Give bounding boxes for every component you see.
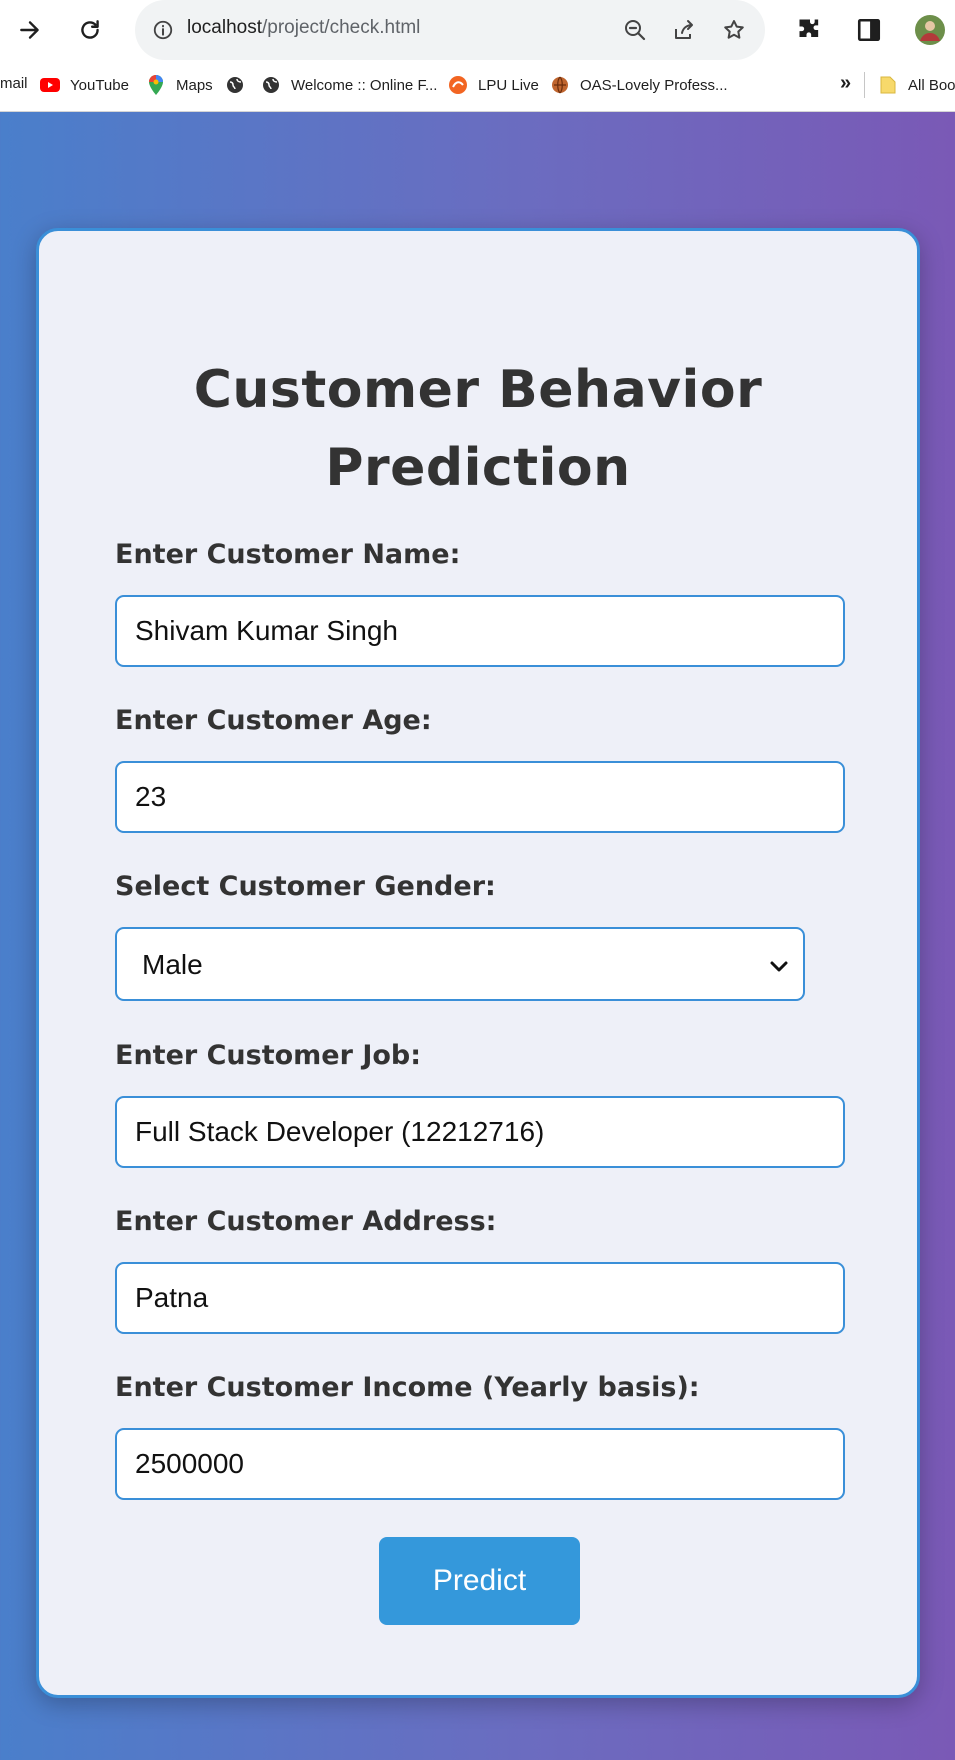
prediction-form-card: Customer Behavior Prediction Enter Custo…: [36, 228, 920, 1698]
bookmark-youtube[interactable]: YouTube: [40, 75, 129, 95]
globe-icon: [225, 75, 245, 95]
customer-name-input[interactable]: [115, 595, 845, 667]
bookmark-welcome[interactable]: Welcome :: Online F...: [261, 75, 437, 95]
youtube-icon: [40, 75, 60, 95]
customer-address-input[interactable]: [115, 1262, 845, 1334]
page-title: Customer Behavior Prediction: [193, 360, 763, 498]
reload-button[interactable]: [70, 10, 110, 50]
folder-icon: [878, 75, 898, 95]
bookmark-mail[interactable]: mail: [0, 75, 28, 92]
bookmark-label: YouTube: [70, 76, 129, 94]
bookmark-oas[interactable]: OAS-Lovely Profess...: [550, 75, 728, 95]
url-host: localhost: [187, 17, 262, 38]
bookmark-lpu-live[interactable]: LPU Live: [448, 75, 539, 95]
side-panel-icon: [857, 18, 881, 42]
bookmark-label: mail: [0, 75, 28, 92]
url-text[interactable]: localhost/project/check.html: [187, 17, 420, 39]
forward-arrow-icon: [20, 21, 39, 39]
job-label: Enter Customer Job:: [115, 1040, 422, 1071]
reload-icon: [81, 20, 99, 39]
overflow-label: »: [840, 72, 852, 94]
bookmarks-overflow-button[interactable]: »: [840, 72, 851, 95]
address-label: Enter Customer Address:: [115, 1206, 497, 1237]
zoom-out-icon[interactable]: [619, 14, 651, 46]
customer-gender-select[interactable]: Male: [115, 927, 805, 1001]
forward-button[interactable]: [10, 10, 50, 50]
name-label: Enter Customer Name:: [115, 539, 461, 570]
bookmark-label: OAS-Lovely Profess...: [580, 76, 728, 94]
bookmarks-bar: mail YouTube Maps Welcome :: Online F...…: [0, 60, 955, 112]
bookmark-maps[interactable]: Maps: [146, 75, 213, 95]
address-bar[interactable]: localhost/project/check.html: [135, 0, 765, 60]
profile-avatar[interactable]: [910, 10, 950, 50]
extensions-button[interactable]: [790, 10, 830, 50]
browser-toolbar: localhost/project/check.html: [0, 0, 955, 60]
customer-age-input[interactable]: [115, 761, 845, 833]
gender-selected-value: Male: [142, 949, 203, 980]
predict-button[interactable]: Predict: [379, 1537, 580, 1625]
customer-job-input[interactable]: [115, 1096, 845, 1168]
bookmark-star-icon[interactable]: [718, 14, 750, 46]
bookmark-label: All Boo: [908, 76, 955, 94]
lpu-live-icon: [448, 75, 468, 95]
bookmark-globe[interactable]: [225, 75, 255, 95]
oas-icon: [550, 75, 570, 95]
url-path: /project/check.html: [262, 17, 421, 38]
side-panel-button[interactable]: [849, 10, 889, 50]
gender-label: Select Customer Gender:: [115, 871, 496, 902]
chevron-down-icon: [770, 961, 788, 972]
globe-icon: [261, 75, 281, 95]
bookmarks-divider: [864, 72, 865, 98]
puzzle-icon: [799, 19, 819, 37]
avatar-icon: [915, 15, 945, 45]
bookmark-label: Welcome :: Online F...: [291, 76, 438, 94]
share-icon[interactable]: [668, 14, 700, 46]
customer-income-input[interactable]: [115, 1428, 845, 1500]
bookmark-label: LPU Live: [478, 76, 539, 94]
maps-icon: [146, 75, 166, 95]
bookmark-label: Maps: [176, 76, 213, 94]
all-bookmarks-button[interactable]: All Boo: [878, 75, 955, 95]
age-label: Enter Customer Age:: [115, 705, 432, 736]
site-info-icon[interactable]: [147, 14, 179, 46]
income-label: Enter Customer Income (Yearly basis):: [115, 1372, 700, 1403]
